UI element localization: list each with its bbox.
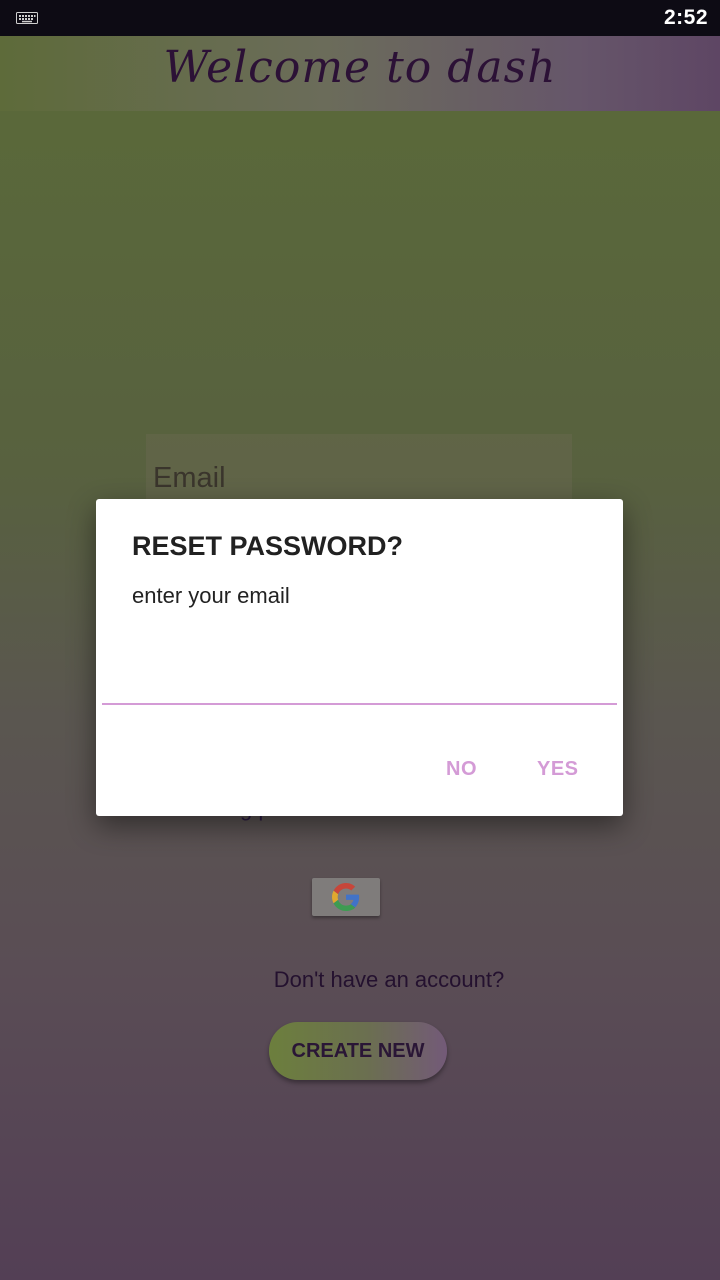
welcome-title: Welcome to dash (163, 42, 557, 93)
no-button[interactable]: NO (446, 758, 477, 781)
keyboard-icon (16, 11, 38, 24)
email-placeholder: Email (153, 462, 226, 494)
status-time: 2:52 (663, 6, 708, 29)
no-account-text: Don't have an account? (273, 967, 505, 992)
create-new-button[interactable]: CREATE NEW (269, 1022, 447, 1080)
dialog-title: RESET PASSWORD? (132, 531, 404, 561)
email-field[interactable]: Email (146, 434, 572, 504)
yes-button[interactable]: YES (537, 758, 579, 781)
dialog-message: enter your email (132, 583, 290, 608)
reset-email-input[interactable] (102, 649, 617, 705)
app-header: Welcome to dash (0, 36, 720, 111)
google-sign-in-button[interactable] (312, 878, 380, 916)
reset-password-dialog: RESET PASSWORD? enter your email NO YES (96, 499, 623, 816)
status-bar: 2:52 (0, 0, 720, 36)
